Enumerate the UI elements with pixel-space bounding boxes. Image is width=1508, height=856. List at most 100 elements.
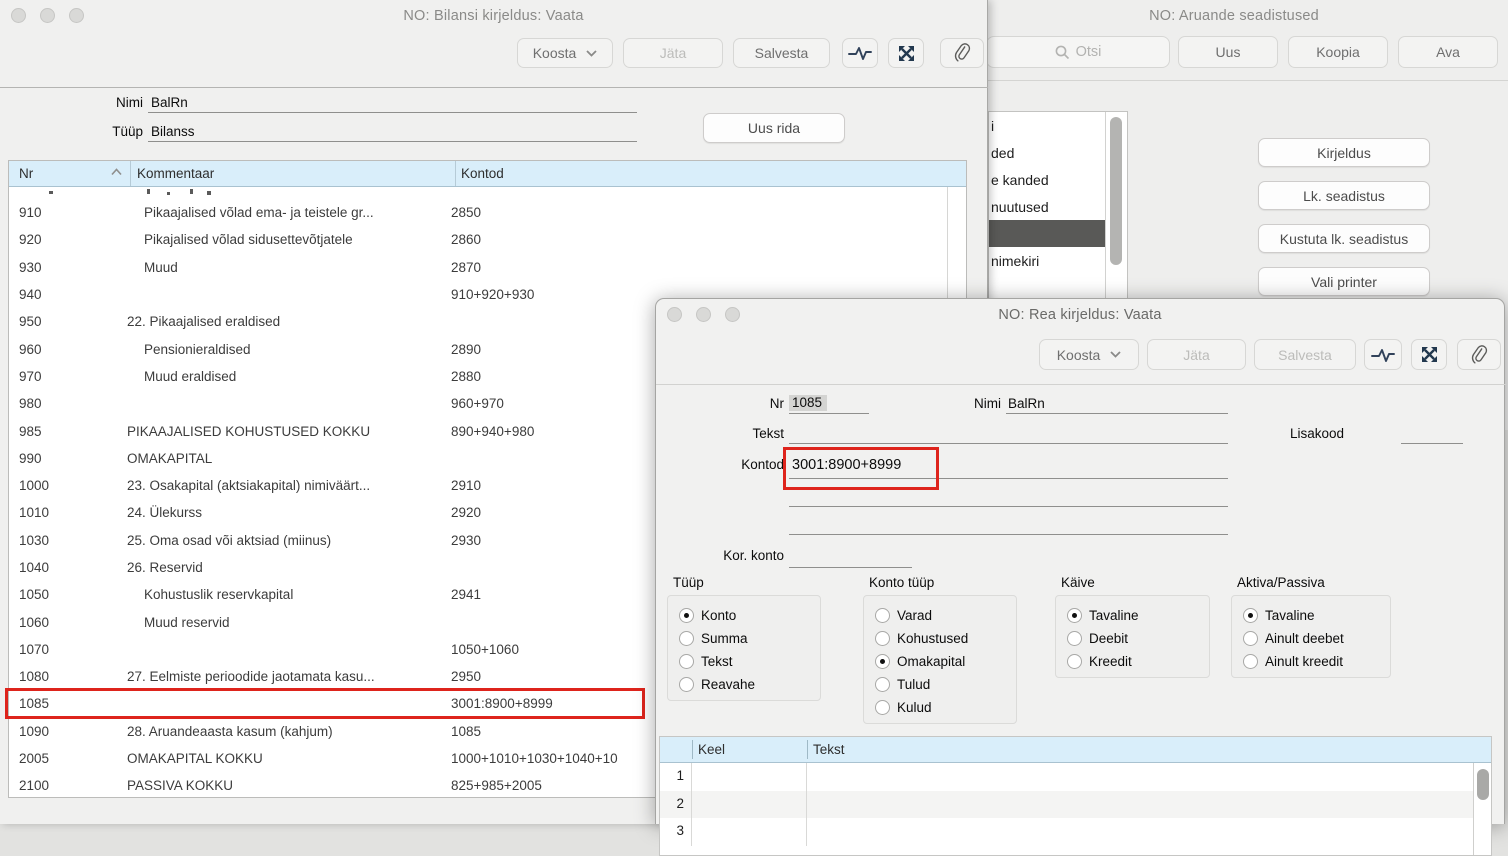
scrollbar-thumb[interactable] bbox=[1477, 769, 1489, 800]
column-divider bbox=[692, 740, 693, 759]
kor-konto-underline[interactable] bbox=[789, 567, 912, 568]
scrollbar-thumb[interactable] bbox=[1110, 117, 1122, 265]
col-header-kontod[interactable]: Kontod bbox=[461, 166, 504, 181]
cell-nr: 960 bbox=[9, 342, 122, 357]
language-table-row[interactable]: 1 bbox=[660, 763, 1473, 791]
table-header[interactable]: Nr Kommentaar Kontod bbox=[9, 161, 966, 187]
pulse-icon bbox=[1371, 347, 1395, 363]
kustuta-lk-seadistus-button[interactable]: Kustuta lk. seadistus bbox=[1258, 224, 1430, 253]
radio-option[interactable]: Varad bbox=[875, 604, 1016, 627]
salvesta-button[interactable]: Salvesta bbox=[733, 38, 830, 68]
radio-icon[interactable] bbox=[679, 654, 694, 669]
radio-option[interactable]: Tavaline bbox=[1067, 604, 1209, 627]
radio-option[interactable]: Tavaline bbox=[1243, 604, 1390, 627]
radio-selected-icon[interactable] bbox=[1243, 608, 1258, 623]
tekst-underline[interactable] bbox=[789, 443, 1228, 444]
radio-option[interactable]: Kreedit bbox=[1067, 650, 1209, 673]
salvesta-button[interactable]: Salvesta bbox=[1254, 339, 1356, 370]
expand-button[interactable] bbox=[888, 38, 924, 68]
radio-selected-icon[interactable] bbox=[875, 654, 890, 669]
table-row[interactable]: 930Muud2870 bbox=[9, 254, 966, 281]
radio-option[interactable]: Reavahe bbox=[679, 673, 820, 696]
radio-option[interactable]: Tekst bbox=[679, 650, 820, 673]
radio-option[interactable]: Deebit bbox=[1067, 627, 1209, 650]
paperclip-icon bbox=[952, 42, 972, 64]
radio-option[interactable]: Kulud bbox=[875, 696, 1016, 719]
col-header-tekst[interactable]: Tekst bbox=[813, 742, 845, 757]
radio-option[interactable]: Summa bbox=[679, 627, 820, 650]
cell-nr: 1070 bbox=[9, 642, 122, 657]
radio-selected-icon[interactable] bbox=[1067, 608, 1082, 623]
nr-value[interactable]: 1085 bbox=[789, 395, 827, 411]
radio-icon[interactable] bbox=[875, 631, 890, 646]
radio-icon[interactable] bbox=[1067, 631, 1082, 646]
radio-option-label: Deebit bbox=[1089, 631, 1128, 646]
nimi-underline[interactable] bbox=[1006, 413, 1228, 414]
search-placeholder: Otsi bbox=[1076, 44, 1102, 60]
cell-keel[interactable] bbox=[692, 818, 807, 846]
radio-icon[interactable] bbox=[679, 631, 694, 646]
kontod-underline-2[interactable] bbox=[789, 506, 1228, 507]
koosta-dropdown[interactable]: Koosta bbox=[1039, 339, 1139, 370]
koosta-dropdown[interactable]: Koosta bbox=[517, 38, 613, 68]
language-table-row[interactable]: 2 bbox=[660, 791, 1473, 819]
nimi-value[interactable]: BalRn bbox=[151, 95, 188, 110]
nimi-value[interactable]: BalRn bbox=[1008, 396, 1045, 411]
nimi-underline[interactable] bbox=[148, 112, 637, 113]
cell-keel[interactable] bbox=[692, 791, 807, 819]
radio-option[interactable]: Ainult deebet bbox=[1243, 627, 1390, 650]
paperclip-icon bbox=[1469, 344, 1489, 366]
table-row[interactable]: 910Pikaajalised võlad ema- ja teistele g… bbox=[9, 199, 966, 226]
radio-group-label: Tüüp bbox=[673, 575, 704, 590]
radio-icon[interactable] bbox=[679, 677, 694, 692]
uus-rida-button[interactable]: Uus rida bbox=[703, 113, 845, 143]
radio-option[interactable]: Ainult kreedit bbox=[1243, 650, 1390, 673]
pulse-icon bbox=[848, 45, 872, 61]
expand-button[interactable] bbox=[1411, 339, 1447, 370]
koopia-button[interactable]: Koopia bbox=[1288, 36, 1388, 68]
koosta-label: Koosta bbox=[1057, 347, 1101, 363]
radio-icon[interactable] bbox=[1243, 631, 1258, 646]
ava-button[interactable]: Ava bbox=[1398, 36, 1498, 68]
attachment-button[interactable] bbox=[940, 38, 984, 68]
language-table-row[interactable]: 3 bbox=[660, 818, 1473, 846]
activity-button[interactable] bbox=[842, 38, 878, 68]
col-header-nr[interactable]: Nr bbox=[19, 166, 33, 181]
radio-icon[interactable] bbox=[875, 608, 890, 623]
cell-nr: 910 bbox=[9, 205, 122, 220]
activity-button[interactable] bbox=[1364, 339, 1402, 370]
tuup-underline[interactable] bbox=[148, 141, 637, 142]
window-title: NO: Aruande seadistused bbox=[960, 8, 1508, 24]
tuup-value[interactable]: Bilanss bbox=[151, 124, 195, 139]
radio-option[interactable]: Konto bbox=[679, 604, 820, 627]
lisakood-underline[interactable] bbox=[1401, 443, 1463, 444]
cell-nr: 950 bbox=[9, 314, 122, 329]
col-header-kommentaar[interactable]: Kommentaar bbox=[137, 166, 214, 181]
attachment-button[interactable] bbox=[1457, 339, 1501, 370]
vali-printer-button[interactable]: Vali printer bbox=[1258, 267, 1430, 296]
radio-icon[interactable] bbox=[875, 677, 890, 692]
uus-button[interactable]: Uus bbox=[1178, 36, 1278, 68]
jata-button[interactable]: Jäta bbox=[623, 38, 723, 68]
kirjeldus-button[interactable]: Kirjeldus bbox=[1258, 138, 1430, 167]
col-header-keel[interactable]: Keel bbox=[698, 742, 725, 757]
jata-button[interactable]: Jäta bbox=[1147, 339, 1246, 370]
table-row[interactable]: 920Pikajalised võlad sidusettevõtjatele2… bbox=[9, 226, 966, 253]
radio-selected-icon[interactable] bbox=[679, 608, 694, 623]
radio-icon[interactable] bbox=[1243, 654, 1258, 669]
lisakood-label: Lisakood bbox=[1290, 426, 1358, 441]
radio-option[interactable]: Omakapital bbox=[875, 650, 1016, 673]
radio-option[interactable]: Tulud bbox=[875, 673, 1016, 696]
radio-icon[interactable] bbox=[875, 700, 890, 715]
kontod-highlight-box bbox=[783, 447, 939, 490]
radio-icon[interactable] bbox=[1067, 654, 1082, 669]
cell-keel[interactable] bbox=[692, 763, 807, 791]
column-divider bbox=[455, 161, 456, 186]
search-input[interactable]: Otsi bbox=[986, 36, 1170, 68]
table-scrollbar[interactable] bbox=[1473, 763, 1491, 855]
radio-option-label: Kulud bbox=[897, 700, 932, 715]
kontod-underline-3[interactable] bbox=[789, 534, 1228, 535]
lk-seadistus-button[interactable]: Lk. seadistus bbox=[1258, 181, 1430, 210]
radio-option[interactable]: Kohustused bbox=[875, 627, 1016, 650]
nr-underline[interactable] bbox=[789, 413, 869, 414]
